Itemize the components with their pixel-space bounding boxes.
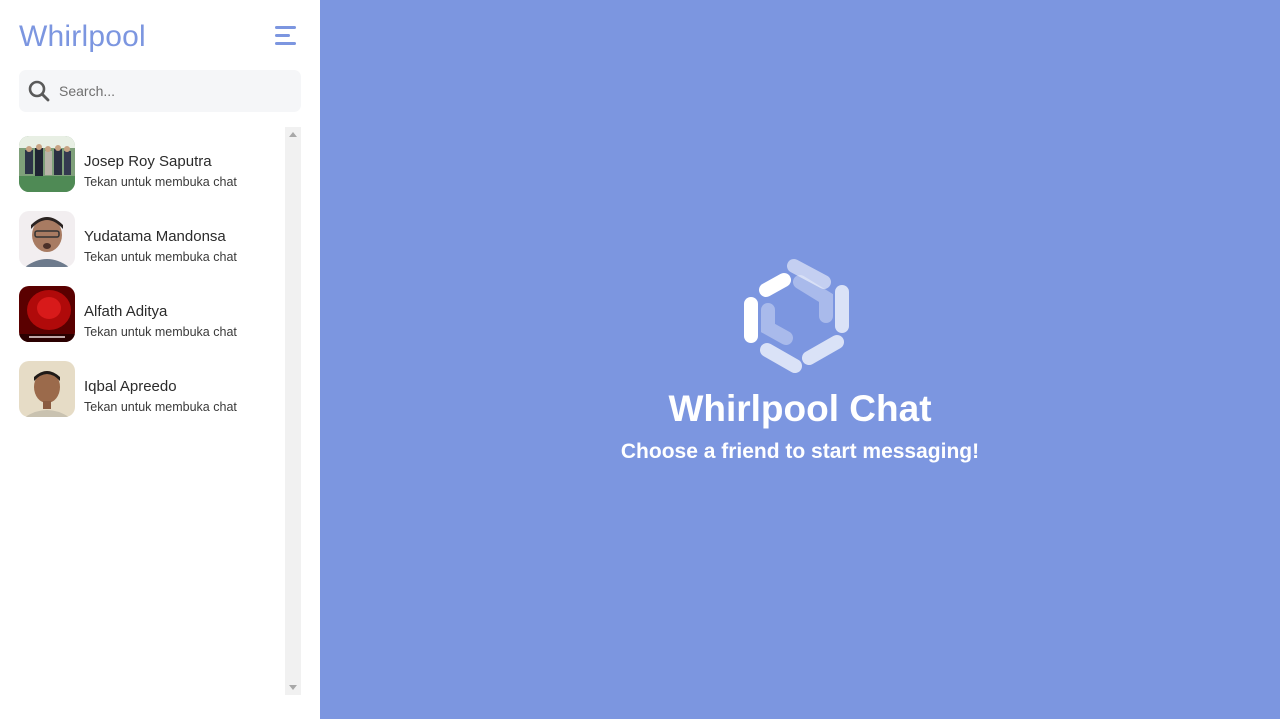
menu-button[interactable]: [272, 26, 298, 48]
scroll-up-arrow-icon[interactable]: [289, 132, 297, 137]
contact-list: Josep Roy Saputra Tekan untuk membuka ch…: [19, 130, 281, 695]
contact-item[interactable]: Iqbal Apreedo Tekan untuk membuka chat: [19, 361, 281, 419]
contact-list-scrollbar[interactable]: [285, 127, 301, 695]
contact-name: Alfath Aditya: [84, 303, 168, 320]
contact-item[interactable]: Josep Roy Saputra Tekan untuk membuka ch…: [19, 136, 281, 194]
avatar: [19, 136, 75, 192]
contact-item[interactable]: Alfath Aditya Tekan untuk membuka chat: [19, 286, 281, 344]
search-input[interactable]: [59, 70, 295, 112]
hamburger-icon-line: [275, 34, 290, 37]
avatar: [19, 286, 75, 342]
contact-name: Iqbal Apreedo: [84, 378, 177, 395]
contact-subtitle: Tekan untuk membuka chat: [84, 325, 237, 339]
app-brand: Whirlpool: [19, 20, 146, 53]
sidebar: Whirlpool Search... Josep Roy Saputra Te…: [0, 0, 320, 719]
avatar: [19, 211, 75, 267]
welcome-title: Whirlpool Chat: [668, 388, 932, 429]
scroll-down-arrow-icon[interactable]: [289, 685, 297, 690]
search-box[interactable]: [19, 70, 301, 112]
contact-name: Josep Roy Saputra: [84, 153, 212, 170]
contact-name: Yudatama Mandonsa: [84, 228, 226, 245]
hamburger-icon-line: [275, 42, 296, 45]
contact-item[interactable]: Yudatama Mandonsa Tekan untuk membuka ch…: [19, 211, 281, 269]
contact-subtitle: Tekan untuk membuka chat: [84, 175, 237, 189]
contact-subtitle: Tekan untuk membuka chat: [84, 250, 237, 264]
whirlpool-logo: [744, 259, 849, 373]
welcome-subtitle: Choose a friend to start messaging!: [620, 440, 980, 463]
contact-subtitle: Tekan untuk membuka chat: [84, 400, 237, 414]
hamburger-icon: [275, 26, 296, 29]
search-icon: [28, 80, 50, 102]
main-panel: Whirlpool Chat Choose a friend to start …: [320, 0, 1280, 719]
avatar: [19, 361, 75, 417]
